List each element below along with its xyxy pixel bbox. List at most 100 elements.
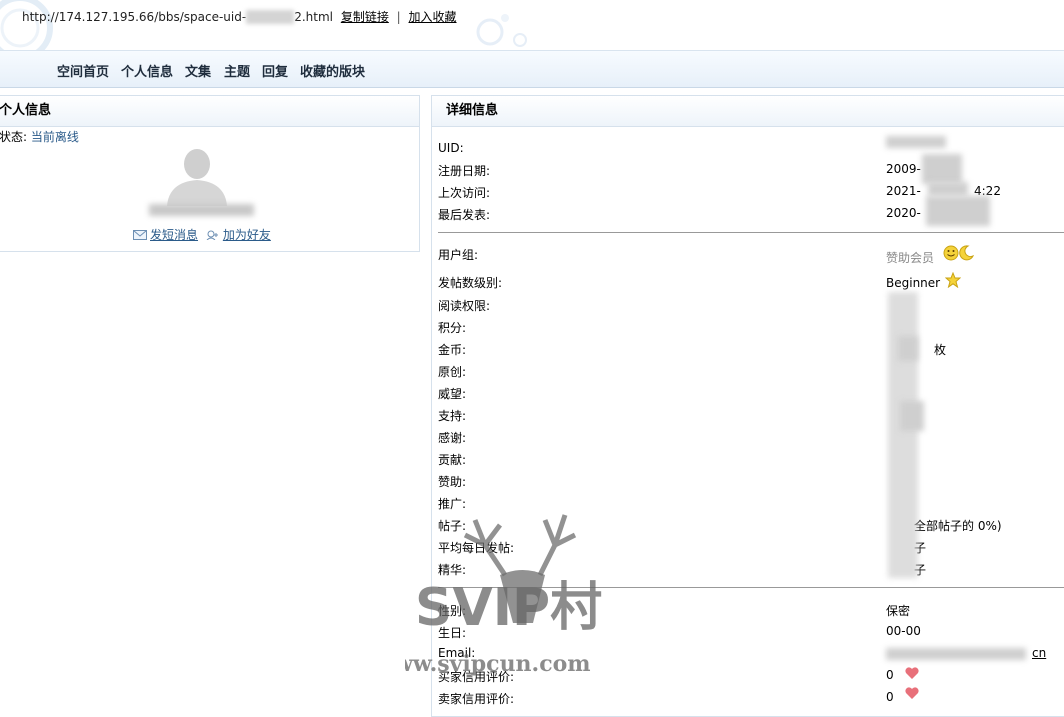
info-value: 0 [886,690,894,704]
nav-profile[interactable]: 个人信息 [121,61,173,80]
blurred-stat-value [900,401,924,431]
info-row-user-group: 用户组: 赞助会员 [438,245,1058,265]
info-label: 精华: [438,563,467,577]
blurred-uid [886,136,946,148]
email-link[interactable]: cn [1032,646,1046,660]
info-label: 注册日期: [438,164,491,178]
nav-space-home[interactable]: 空间首页 [57,61,109,80]
space-nav: 空间首页 个人信息 文集 主题 回复 收藏的版块 [0,50,1064,88]
info-label: 贡献: [438,453,467,467]
info-value: 枚 [934,343,947,357]
address-line: http://174.127.195.66/bbs/space-uid- 2.ht… [22,8,457,25]
nav-favorite-boards[interactable]: 收藏的版块 [300,61,365,80]
stat-row: 金币: 枚 [438,341,1058,359]
info-value: Beginner [886,276,941,290]
detail-panel-title: 详细信息 [432,96,1064,127]
info-label: UID: [438,141,464,155]
add-friend-link[interactable]: 加为好友 [223,228,271,242]
info-row-email: Email: cn [438,646,1058,664]
info-label: 威望: [438,387,467,401]
info-row-post-level: 发帖数级别: Beginner [438,272,1058,292]
info-value: 全部帖子的 0%) [914,519,1002,533]
stat-row: 精华: 子 [438,561,1058,579]
info-value: 赞助会员 [886,251,935,265]
stat-row: 威望: [438,385,1058,403]
section-divider [438,232,1064,233]
info-row-buyer-credit: 买家信用评价: 0 [438,667,1058,686]
status-label: 状态: [0,130,28,144]
info-label: 发帖数级别: [438,276,503,290]
info-row-seller-credit: 卖家信用评价: 0 [438,687,1058,708]
info-value: 2020- [886,206,921,220]
section-divider [438,587,1064,588]
page-url-prefix: http://174.127.195.66/bbs/space-uid- [22,10,247,24]
info-value: 保密 [886,604,911,618]
separator: | [396,10,401,24]
stat-row: 阅读权限: [438,297,1058,315]
page-url-suffix: 2.html [294,10,333,24]
info-label: 积分: [438,321,467,335]
star-icon [945,272,961,288]
nav-topics[interactable]: 主题 [224,61,250,80]
info-label: 性别: [438,604,467,618]
blurred-stat-value [898,336,918,361]
moon-icon [959,245,974,261]
top-bar: http://174.127.195.66/bbs/space-uid- 2.ht… [0,0,1064,50]
info-label: Email: [438,646,476,660]
nav-articles[interactable]: 文集 [185,61,211,80]
info-label: 卖家信用评价: [438,692,515,706]
profile-panel: 个人信息 状态: 当前离线 发短消息 加为好友 [0,95,420,252]
stat-row: 推广: [438,495,1058,513]
blurred-date [928,182,968,196]
profile-actions: 发短消息 加为好友 [133,226,271,243]
bookmark-button[interactable]: 加入收藏 [409,10,457,24]
blurred-email [886,648,1026,660]
blurred-url-part [246,10,295,24]
online-status: 状态: 当前离线 [0,128,79,145]
stat-row: 帖子: 全部帖子的 0%) [438,517,1058,535]
blurred-date [926,196,990,226]
info-value: 2009- [886,162,921,176]
stat-row: 感谢: [438,429,1058,447]
profile-panel-title: 个人信息 [0,96,419,127]
info-label: 生日: [438,626,467,640]
info-value: 2021- [886,184,921,198]
stat-row: 积分: [438,319,1058,337]
heart-icon [905,667,919,679]
info-label: 金币: [438,343,467,357]
status-value: 当前离线 [30,130,79,144]
envelope-icon [133,230,147,240]
info-label: 推广: [438,497,467,511]
info-label: 上次访问: [438,186,491,200]
send-message-link[interactable]: 发短消息 [150,228,198,242]
stat-row: 原创: [438,363,1058,381]
stat-row: 平均每日发帖: 子 [438,539,1058,557]
info-row-birthday: 生日: 00-00 [438,624,1058,642]
info-row-uid: UID: [438,141,1058,159]
add-friend-icon [206,230,218,240]
blurred-username [149,204,254,216]
info-label: 买家信用评价: [438,670,515,684]
info-label: 感谢: [438,431,467,445]
stat-row: 贡献: [438,451,1058,469]
detail-panel: 详细信息 UID: 注册日期: 2009- 上次访问: 2021- 4:22 最… [431,95,1064,717]
blurred-stats [888,292,918,578]
info-value: 0 [886,668,894,682]
info-value: 00-00 [886,624,921,638]
info-label: 帖子: [438,519,467,533]
info-label: 赞助: [438,475,467,489]
stat-row: 支持: [438,407,1058,425]
info-label: 阅读权限: [438,299,491,313]
info-row-register-date: 注册日期: 2009- [438,162,1058,180]
user-avatar-placeholder-icon [167,149,227,206]
heart-icon [905,687,919,699]
copy-link-button[interactable]: 复制链接 [341,10,389,24]
info-row-gender: 性别: 保密 [438,602,1058,620]
info-label: 支持: [438,409,467,423]
info-label: 用户组: [438,248,479,262]
info-label: 原创: [438,365,467,379]
blurred-date [922,154,962,184]
stat-row: 赞助: [438,473,1058,491]
info-label: 最后发表: [438,208,491,222]
nav-replies[interactable]: 回复 [262,61,288,80]
